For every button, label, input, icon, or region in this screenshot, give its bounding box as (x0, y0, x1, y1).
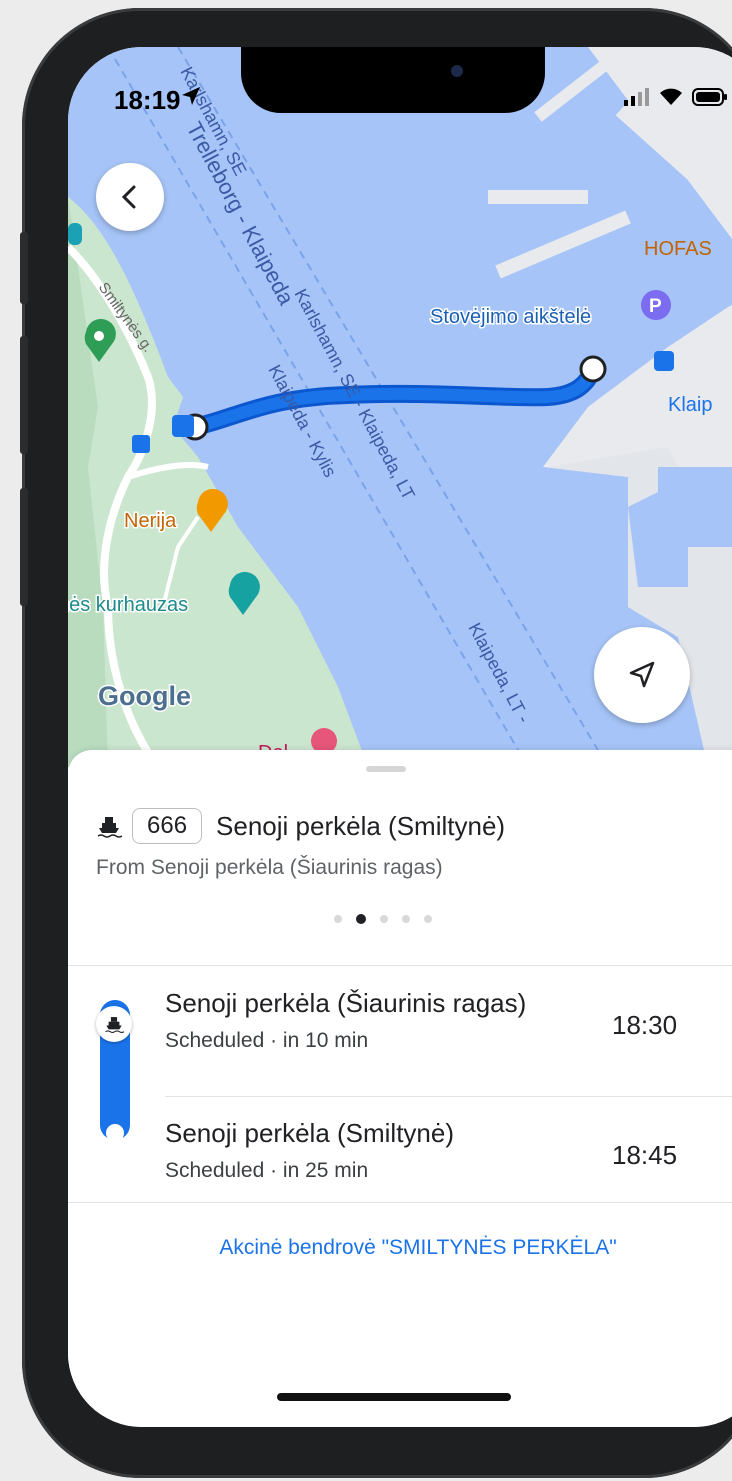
side-button (20, 232, 28, 304)
status-time: 18:19 (114, 85, 181, 115)
poi-icon[interactable] (68, 223, 82, 245)
poi-label: nės kurhauzas (68, 594, 188, 616)
poi-label: HOFAS (644, 238, 712, 260)
home-indicator[interactable] (277, 1393, 511, 1401)
ferry-terminal-icon[interactable] (654, 351, 674, 371)
google-logo: Google (98, 681, 191, 711)
recenter-button[interactable] (594, 627, 690, 723)
ferry-icon (97, 817, 122, 838)
poi-label: Stovėjimo aikštelė (430, 306, 591, 328)
page-dot[interactable] (424, 915, 432, 923)
parking-icon-glyph: P (649, 296, 662, 317)
place-pin-dot (94, 331, 104, 341)
sheet-drag-handle[interactable] (366, 766, 406, 772)
navigation-arrow-icon (629, 661, 655, 688)
operator-link[interactable]: Akcinė bendrovė "SMILTYNĖS PERKĖLA" (68, 1236, 732, 1260)
status-icons (624, 87, 728, 107)
route-header: 666 Senoji perkėla (Smiltynė) (96, 808, 505, 844)
location-arrow-icon (182, 87, 200, 105)
side-button (20, 336, 28, 454)
page-dot[interactable] (402, 915, 410, 923)
stop-row[interactable]: Senoji perkėla (Šiaurinis ragas) Schedul… (165, 988, 526, 1053)
notch (241, 47, 545, 113)
boarding-stop-marker (96, 1006, 132, 1042)
divider (165, 1096, 732, 1097)
stop-status: Scheduled · in 25 min (165, 1159, 369, 1182)
page-dot[interactable] (380, 915, 388, 923)
page-dot[interactable] (334, 915, 342, 923)
signal-icon (624, 88, 649, 106)
route-details-sheet: 666 Senoji perkėla (Smiltynė) From Senoj… (68, 750, 732, 1427)
ferry-terminal-icon[interactable] (172, 415, 194, 437)
stop-time: 18:45 (612, 1140, 678, 1170)
stop-name: Senoji perkėla (Smiltynė) (165, 1118, 455, 1148)
stop-time: 18:30 (612, 1010, 678, 1040)
page-dot-active[interactable] (356, 914, 366, 924)
bus-stop-icon[interactable] (132, 435, 150, 453)
route-end-marker[interactable] (579, 355, 607, 383)
chevron-left-icon (121, 185, 136, 209)
stop-row[interactable]: Senoji perkėla (Smiltynė) Scheduled · in… (165, 1118, 454, 1183)
stop-name: Senoji perkėla (Šiaurinis ragas) (165, 988, 527, 1018)
route-destination: Senoji perkėla (Smiltynė) (216, 810, 506, 841)
battery-icon (692, 88, 727, 106)
arrival-stop-marker (106, 1124, 124, 1142)
divider (68, 965, 732, 966)
ferry-icon (105, 1017, 124, 1034)
poi-label: Klaip (668, 394, 712, 416)
poi-label: Nerija (124, 510, 177, 532)
divider (68, 1202, 732, 1203)
screen: Karlshamn, SE Trelleborg - Klaipeda Karl… (68, 47, 732, 1427)
stop-status: Scheduled · in 10 min (165, 1029, 369, 1052)
back-button[interactable] (96, 163, 164, 231)
route-number-badge: 666 (132, 808, 203, 844)
route-origin: From Senoji perkėla (Šiaurinis ragas) (96, 856, 443, 879)
page-indicator[interactable] (334, 914, 432, 924)
side-button (20, 488, 28, 606)
wifi-icon (660, 88, 682, 105)
camera (451, 65, 463, 77)
